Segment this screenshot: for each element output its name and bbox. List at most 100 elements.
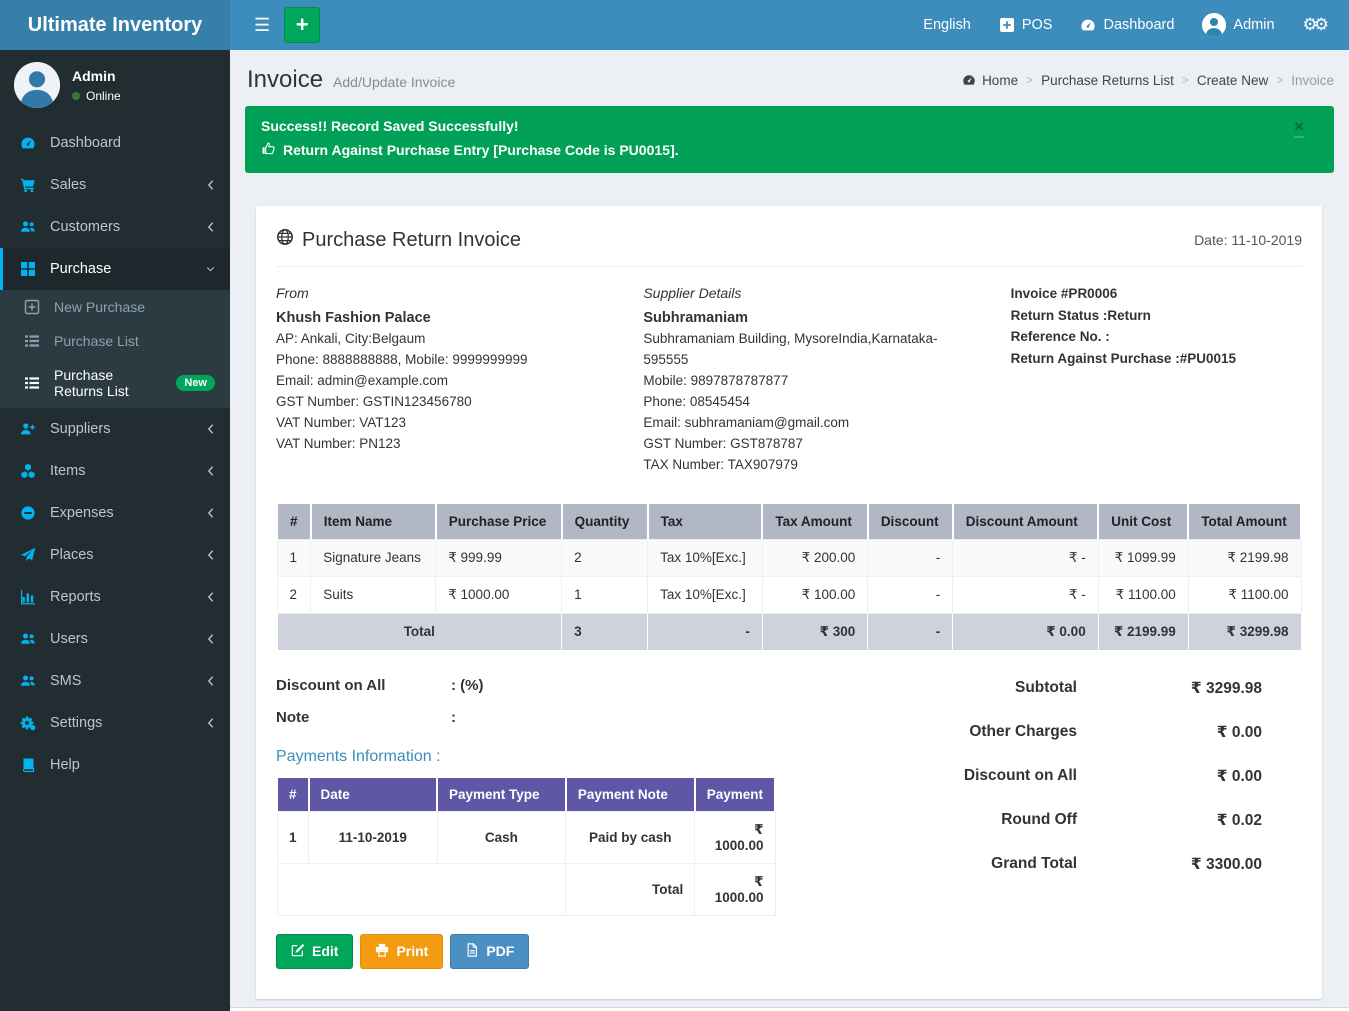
note-row: Note : (276, 709, 840, 726)
chevron-left-icon (206, 591, 215, 603)
sidebar-item-reports[interactable]: Reports (0, 576, 230, 618)
discount-on-all-label: Discount on All (276, 677, 451, 694)
alert-message: Return Against Purchase Entry [Purchase … (283, 142, 679, 158)
menu-label: Items (50, 463, 85, 479)
menu-label: Purchase (50, 261, 111, 277)
menu-label: SMS (50, 673, 81, 689)
edit-button[interactable]: Edit (276, 934, 353, 969)
users-icon (18, 673, 38, 689)
alert-title: Success!! Record Saved Successfully! (261, 118, 1318, 134)
cubes-icon (18, 463, 38, 479)
language-menu[interactable]: English (909, 0, 985, 50)
page-title: Invoice Add/Update Invoice (247, 66, 455, 94)
list-icon (22, 375, 42, 391)
item-row: 2 Suits ₹ 1000.00 1 Tax 10%[Exc.] ₹ 100.… (277, 576, 1301, 613)
new-badge: New (176, 375, 215, 391)
breadcrumb-purchase-returns-list[interactable]: Purchase Returns List (1041, 73, 1174, 88)
plus-square-outline-icon (22, 299, 42, 315)
user-menu[interactable]: Admin (1188, 0, 1288, 50)
pos-link[interactable]: POS (985, 0, 1067, 50)
items-table-header: # Item Name Purchase Price Quantity Tax … (277, 504, 1301, 540)
globe-icon (276, 228, 294, 252)
discount-on-all-value: : (%) (451, 677, 484, 694)
paper-plane-icon (18, 547, 38, 563)
breadcrumb-separator: > (1276, 73, 1283, 87)
item-row: 1 Signature Jeans ₹ 999.99 2 Tax 10%[Exc… (277, 539, 1301, 576)
sidebar-item-purchase-returns-list[interactable]: Purchase Returns List New (0, 358, 230, 408)
language-label: English (923, 17, 971, 33)
sidebar: Admin Online Dashboard Sales Customers P… (0, 50, 230, 1011)
bar-chart-icon (18, 589, 38, 605)
invoice-title: Purchase Return Invoice (276, 228, 521, 252)
invoice-date: Date: 11-10-2019 (1194, 232, 1302, 248)
sidebar-item-suppliers[interactable]: Suppliers (0, 408, 230, 450)
user-avatar-icon (1202, 13, 1226, 37)
return-status: Return Status :Return (1011, 305, 1302, 327)
page-subtitle: Add/Update Invoice (333, 74, 455, 90)
chevron-down-icon (206, 263, 215, 275)
sidebar-item-places[interactable]: Places (0, 534, 230, 576)
user-plus-icon (18, 421, 38, 437)
sidebar-user-status[interactable]: Online (72, 89, 121, 103)
sidebar-item-expenses[interactable]: Expenses (0, 492, 230, 534)
breadcrumb: Home > Purchase Returns List > Create Ne… (962, 73, 1334, 88)
menu-label: Suppliers (50, 421, 110, 437)
dashboard-label: Dashboard (1103, 17, 1174, 33)
menu-label: New Purchase (54, 299, 145, 315)
payments-table-header: # Date Payment Type Payment Note Payment (277, 778, 775, 812)
breadcrumb-separator: > (1182, 73, 1189, 87)
sidebar-item-new-purchase[interactable]: New Purchase (0, 290, 230, 324)
sidebar-item-purchase[interactable]: Purchase (0, 248, 230, 290)
purchase-submenu: New Purchase Purchase List Purchase Retu… (0, 290, 230, 408)
app-brand[interactable]: Ultimate Inventory (0, 0, 230, 50)
edit-pencil-icon (291, 943, 305, 960)
other-charges-row: Other Charges ₹ 0.00 (840, 723, 1262, 742)
sidebar-item-help[interactable]: Help (0, 744, 230, 786)
sidebar-avatar[interactable] (14, 62, 60, 108)
menu-label: Customers (50, 219, 120, 235)
book-icon (18, 757, 38, 773)
chevron-left-icon (206, 633, 215, 645)
invoice-card: Purchase Return Invoice Date: 11-10-2019… (256, 206, 1322, 999)
items-total-row: Total 3 - ₹ 300 - ₹ 0.00 ₹ 2199.99 ₹ 329… (277, 613, 1301, 650)
sidebar-item-settings[interactable]: Settings (0, 702, 230, 744)
pos-label: POS (1022, 17, 1053, 33)
thumbs-up-icon (261, 141, 276, 159)
dashboard-link[interactable]: Dashboard (1066, 0, 1188, 50)
payments-table: # Date Payment Type Payment Note Payment… (276, 778, 776, 916)
dashboard-gauge-icon (962, 73, 976, 87)
payments-total-row: Total ₹ 1000.00 (277, 863, 775, 915)
alert-close-button[interactable]: × (1294, 118, 1304, 138)
plus-square-icon (999, 17, 1015, 33)
print-button[interactable]: Print (360, 934, 443, 969)
cogs-icon (18, 715, 38, 731)
breadcrumb-create-new[interactable]: Create New (1197, 73, 1268, 88)
chevron-left-icon (206, 507, 215, 519)
main-content: Invoice Add/Update Invoice Home > Purcha… (230, 0, 1349, 1011)
pdf-button[interactable]: PDF (450, 934, 529, 969)
totals-block: Subtotal ₹ 3299.98 Other Charges ₹ 0.00 … (840, 677, 1302, 916)
note-label: Note (276, 709, 451, 726)
chevron-left-icon (206, 221, 215, 233)
menu-label: Sales (50, 177, 86, 193)
sidebar-item-dashboard[interactable]: Dashboard (0, 122, 230, 164)
page-footer: Copyright © 2019 All rights reserved. Ul… (230, 1007, 1349, 1011)
discount-on-all-total-row: Discount on All ₹ 0.00 (840, 767, 1262, 786)
breadcrumb-home[interactable]: Home (962, 73, 1018, 88)
quick-add-button[interactable]: + (284, 7, 320, 43)
sidebar-toggle-button[interactable]: ☰ (240, 0, 284, 50)
sidebar-item-customers[interactable]: Customers (0, 206, 230, 248)
menu-label: Dashboard (50, 135, 121, 151)
sidebar-item-sales[interactable]: Sales (0, 164, 230, 206)
sidebar-item-sms[interactable]: SMS (0, 660, 230, 702)
grand-total-row: Grand Total ₹ 3300.00 (840, 855, 1262, 874)
sidebar-item-items[interactable]: Items (0, 450, 230, 492)
invoice-meta-block: Invoice #PR0006 Return Status :Return Re… (1011, 283, 1302, 476)
sidebar-item-purchase-list[interactable]: Purchase List (0, 324, 230, 358)
from-name: Khush Fashion Palace (276, 307, 613, 329)
online-dot-icon (72, 92, 80, 100)
menu-label: Purchase Returns List (54, 367, 164, 399)
menu-label: Purchase List (54, 333, 139, 349)
sidebar-item-users[interactable]: Users (0, 618, 230, 660)
settings-gears-button[interactable]: ⚙⚙ (1289, 0, 1339, 50)
